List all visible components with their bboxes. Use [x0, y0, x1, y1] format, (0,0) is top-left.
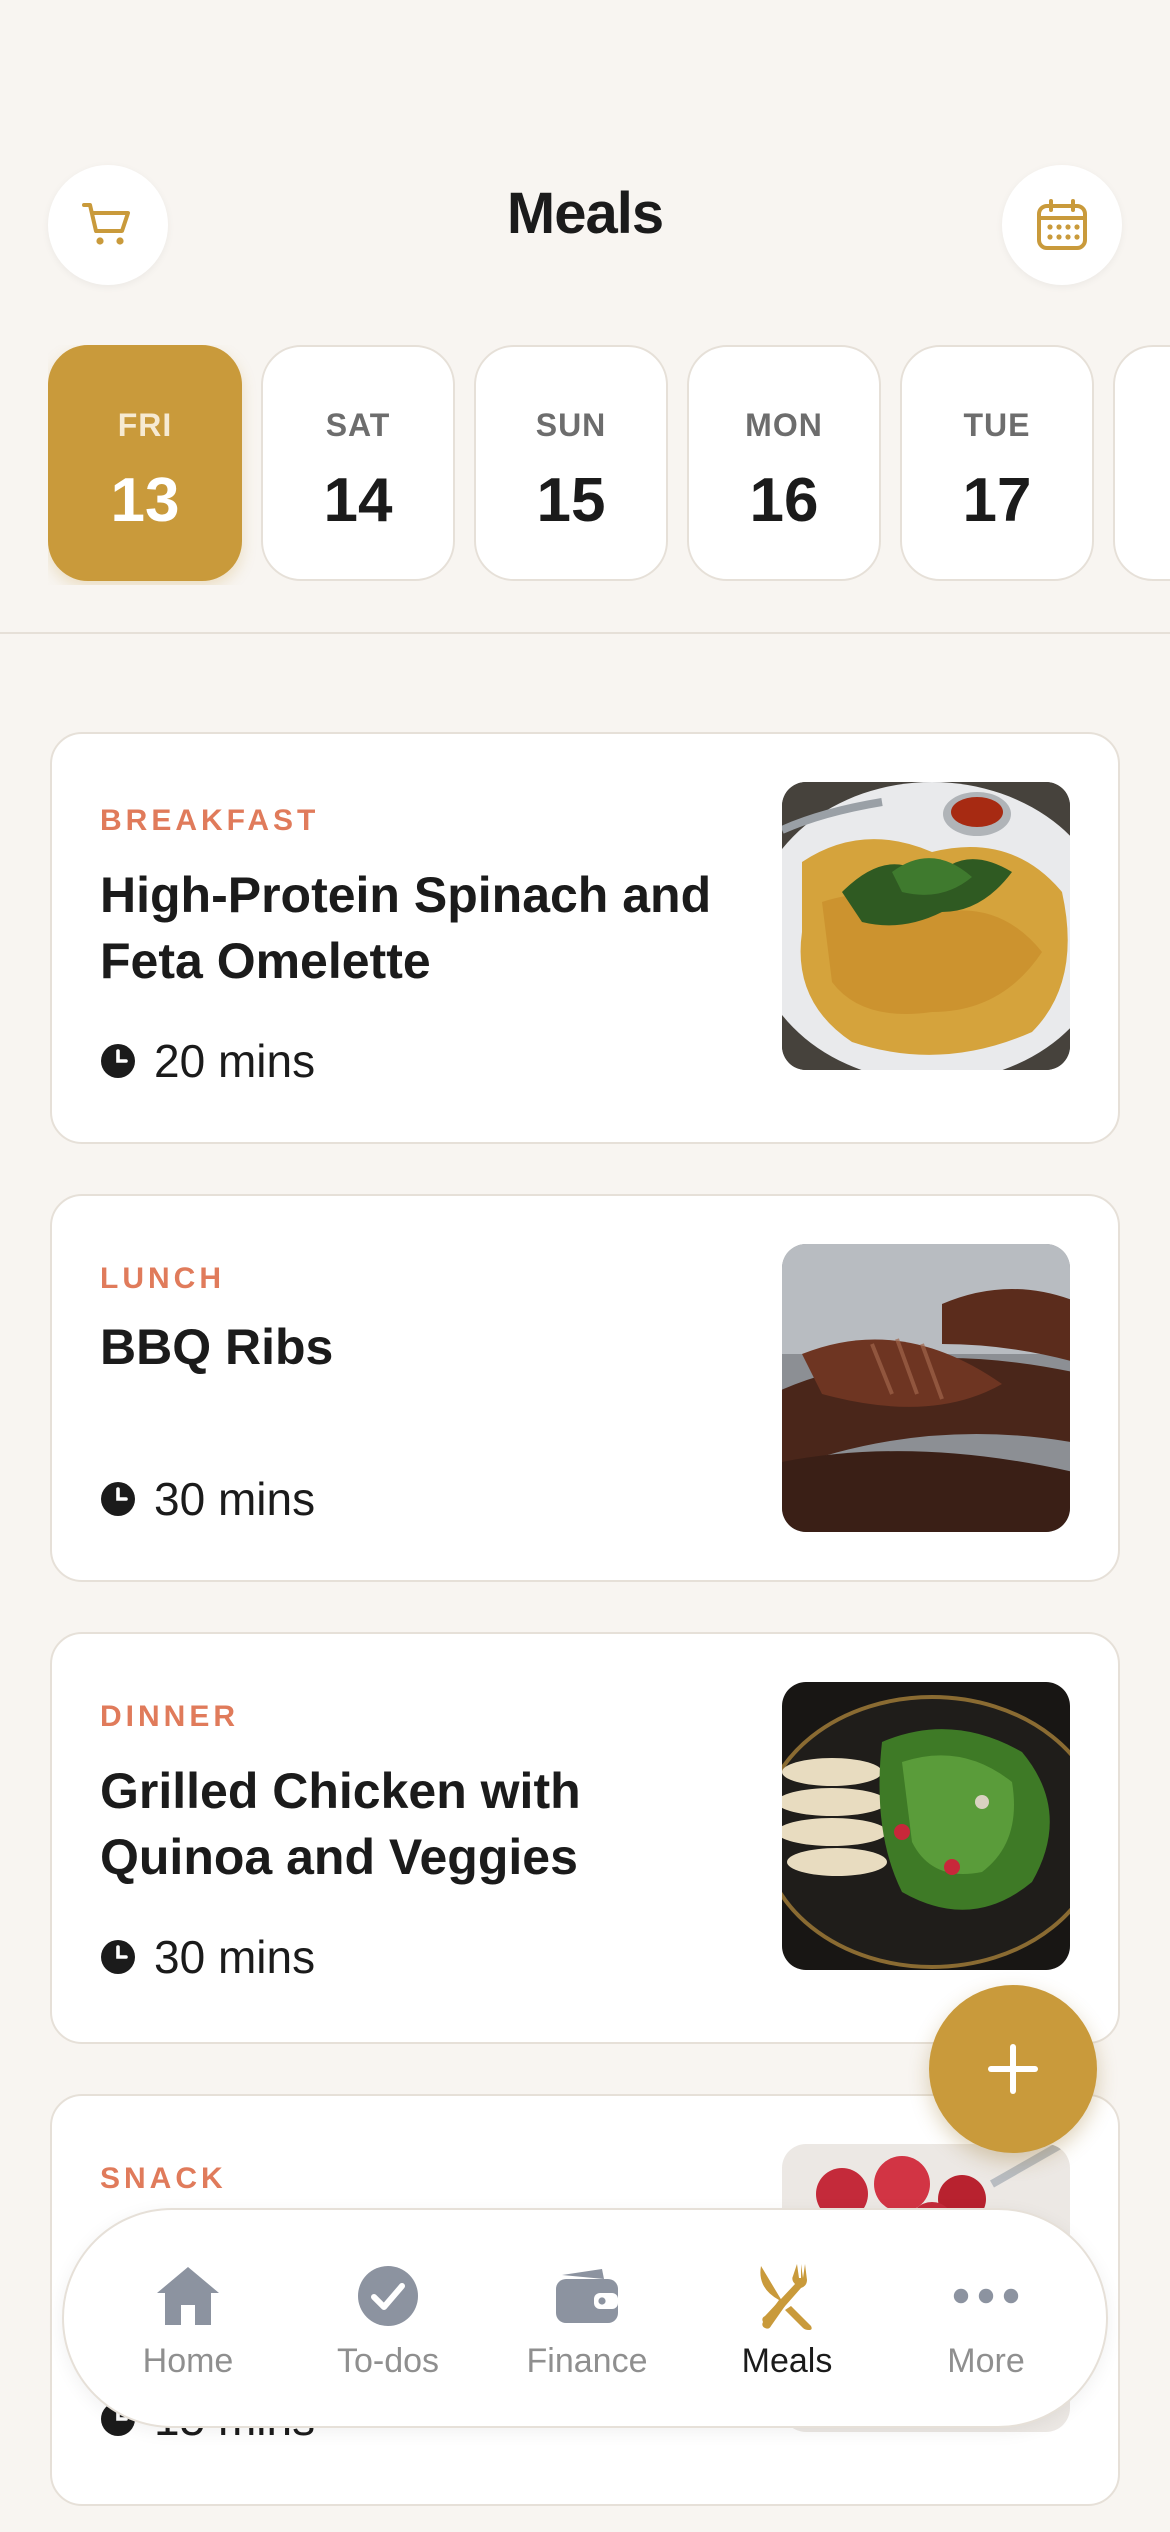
day-number: 17: [962, 466, 1032, 535]
tab-meals[interactable]: Meals: [687, 2210, 887, 2426]
tab-todos[interactable]: To-dos: [288, 2210, 488, 2426]
day-selector: FRI 13 SAT 14 SUN 15 MON 16 TUE 17: [48, 345, 1170, 585]
day-number: 13: [110, 466, 180, 535]
day-number: 15: [536, 466, 606, 535]
meal-card-breakfast[interactable]: BREAKFAST High-Protein Spinach and Feta …: [50, 732, 1120, 1144]
calendar-button[interactable]: [1002, 165, 1122, 285]
home-icon: [157, 2267, 219, 2325]
day-sat[interactable]: SAT 14: [261, 345, 455, 581]
add-meal-button[interactable]: [929, 1985, 1097, 2153]
check-circle-icon: [358, 2266, 418, 2326]
clock-icon: [101, 1940, 135, 1974]
divider: [0, 632, 1170, 634]
day-of-week: SUN: [535, 407, 607, 443]
tab-label: To-dos: [336, 2342, 440, 2380]
plus-icon: [988, 2044, 1038, 2094]
tab-finance[interactable]: Finance: [487, 2210, 687, 2426]
meal-photo-omelette: [782, 782, 1070, 1070]
calendar-icon: [1037, 199, 1087, 250]
meal-name: Grilled Chicken with Quinoa and Veggies: [100, 1763, 581, 1885]
meal-duration: 30 mins: [100, 1472, 315, 1526]
meal-type-label: DINNER: [100, 1700, 240, 1733]
meal-card-lunch[interactable]: LUNCH BBQ Ribs 30 mins: [50, 1194, 1120, 1582]
meal-card-dinner[interactable]: DINNER Grilled Chicken with Quinoa and V…: [50, 1632, 1120, 2044]
page-title: Meals: [506, 181, 664, 246]
meal-name: High-Protein Spinach and Feta Omelette: [100, 867, 712, 989]
day-mon[interactable]: MON 16: [687, 345, 881, 581]
day-fri[interactable]: FRI 13: [48, 345, 242, 581]
more-icon: [953, 2288, 1019, 2304]
meal-photo-bbq-ribs: [782, 1244, 1070, 1532]
day-of-week: TUE: [963, 407, 1031, 443]
day-of-week: SAT: [325, 407, 391, 443]
meal-name: BBQ Ribs: [100, 1319, 334, 1375]
clock-icon: [101, 1044, 135, 1078]
meal-duration: 20 mins: [100, 1034, 315, 1088]
day-of-week: FRI: [117, 407, 173, 443]
tab-label: More: [947, 2342, 1025, 2380]
day-tue[interactable]: TUE 17: [900, 345, 1094, 581]
day-number: 14: [323, 466, 393, 535]
meal-type-label: LUNCH: [100, 1262, 225, 1295]
day-number: 16: [749, 466, 819, 535]
tab-label: Home: [142, 2342, 234, 2380]
clock-icon: [101, 1482, 135, 1516]
tab-label: Finance: [526, 2342, 648, 2380]
meal-duration-text: 30 mins: [154, 1473, 316, 1525]
wallet-icon: [556, 2269, 618, 2323]
day-of-week: MON: [745, 407, 823, 443]
tab-more[interactable]: More: [886, 2210, 1086, 2426]
day-sun[interactable]: SUN 15: [474, 345, 668, 581]
bottom-tab-bar: Home To-dos Finance Meals More: [62, 2208, 1108, 2428]
fork-knife-icon: [760, 2264, 812, 2330]
tab-home[interactable]: Home: [88, 2210, 288, 2426]
meal-duration-text: 20 mins: [154, 1035, 316, 1087]
day-next-partial[interactable]: [1113, 345, 1170, 581]
meal-duration: 30 mins: [100, 1930, 315, 1984]
meal-duration-text: 30 mins: [154, 1931, 316, 1983]
meal-type-label: BREAKFAST: [100, 804, 320, 837]
meal-type-label: SNACK: [100, 2162, 227, 2195]
meal-photo-grilled-chicken: [782, 1682, 1070, 1970]
tab-label: Meals: [741, 2342, 833, 2380]
